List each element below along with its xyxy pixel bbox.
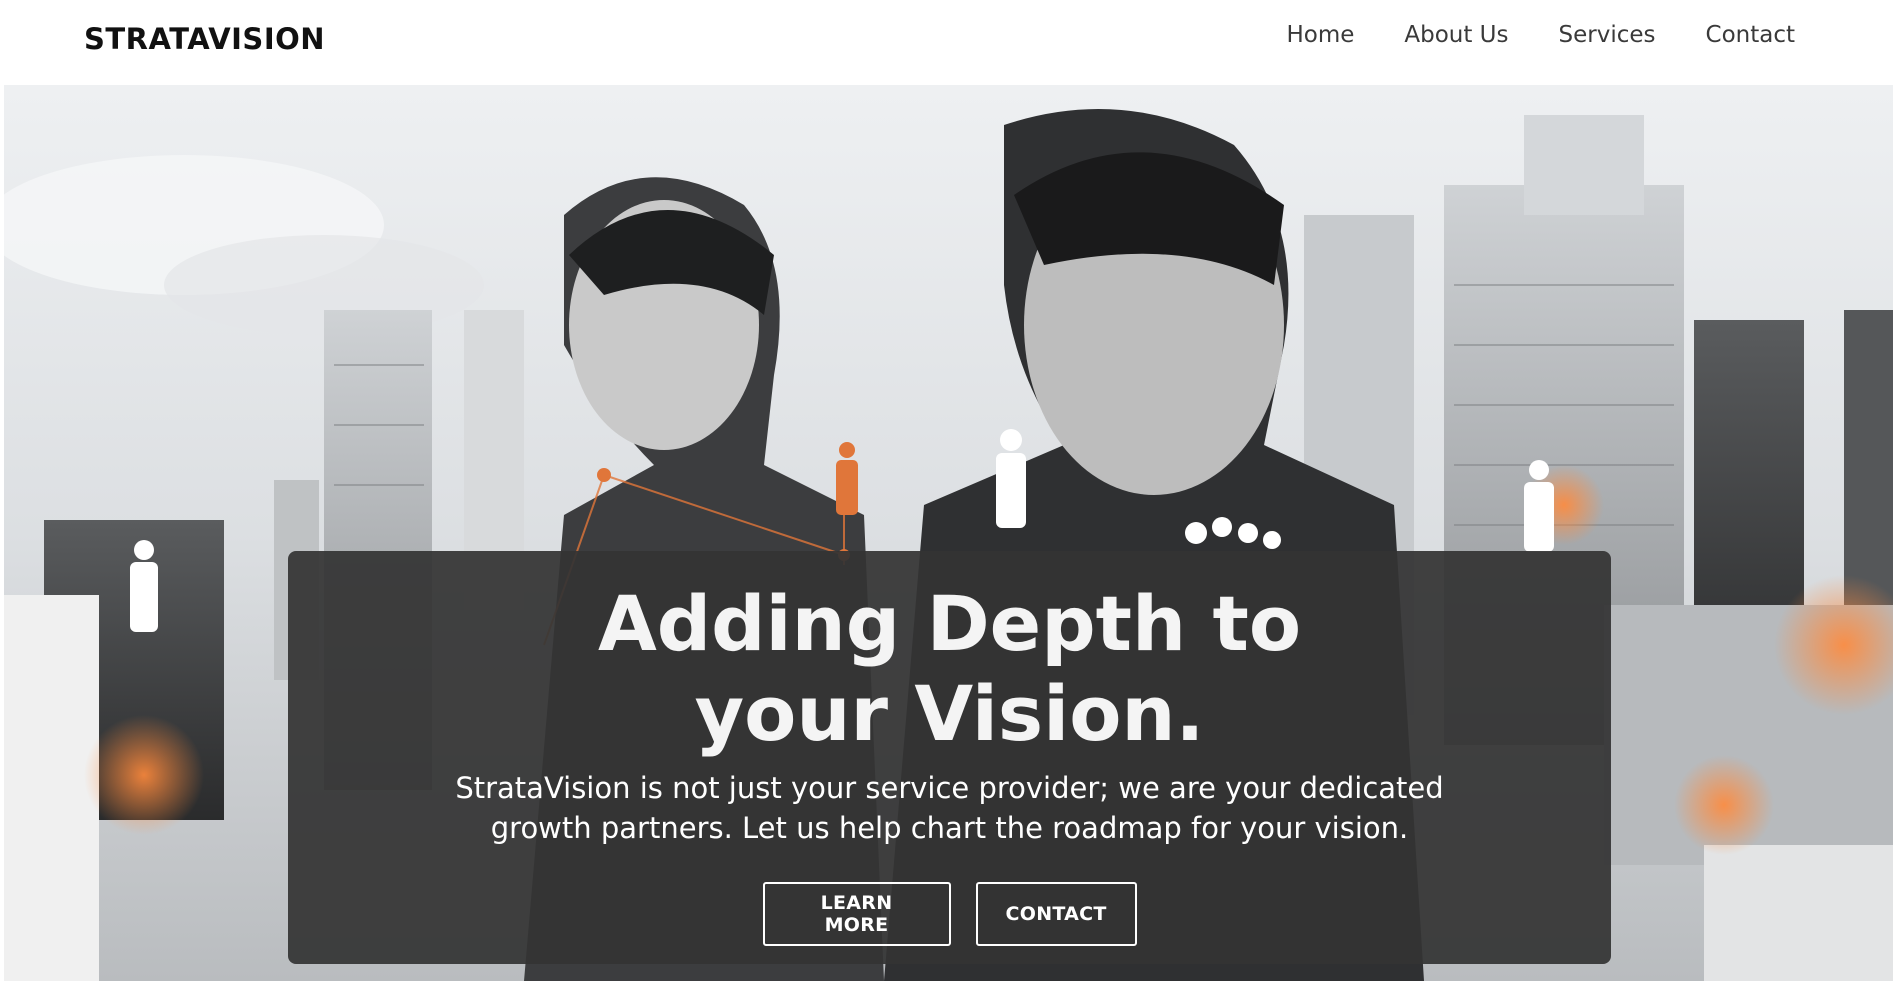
top-navbar: STRATAVISION Home About Us Services Cont… bbox=[4, 0, 1893, 85]
nav-contact-link[interactable]: Contact bbox=[1706, 22, 1795, 48]
hero-description: StrataVision is not just your service pr… bbox=[455, 771, 1444, 845]
nav-home-link[interactable]: Home bbox=[1286, 22, 1354, 48]
main-nav: Home About Us Services Contact bbox=[1236, 22, 1795, 48]
hero-button-group: LEARN MORE CONTACT bbox=[288, 882, 1611, 946]
nav-services-link[interactable]: Services bbox=[1559, 22, 1656, 48]
hero-title: Adding Depth to your Vision. bbox=[597, 579, 1302, 758]
hero-overlay-box: Adding Depth to your Vision. StrataVisio… bbox=[288, 551, 1611, 964]
nav-about-link[interactable]: About Us bbox=[1404, 22, 1508, 48]
contact-button[interactable]: CONTACT bbox=[975, 882, 1137, 946]
hero-section: Adding Depth to your Vision. StrataVisio… bbox=[4, 85, 1893, 981]
brand-logo[interactable]: STRATAVISION bbox=[84, 22, 325, 56]
learn-more-button[interactable]: LEARN MORE bbox=[762, 882, 951, 946]
